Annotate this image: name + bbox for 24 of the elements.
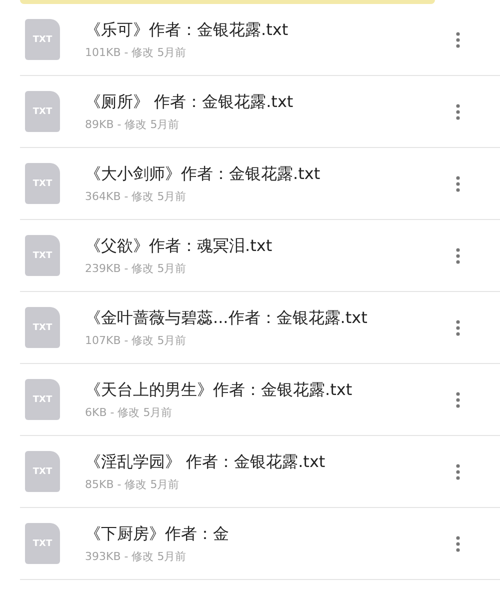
more-icon[interactable]: [456, 176, 460, 192]
file-meta: 107KB - 修改 5月前: [85, 332, 188, 348]
file-name[interactable]: 《淫乱学园》 作者：金银花露.txt: [85, 452, 456, 472]
more-icon[interactable]: [456, 392, 460, 408]
file-meta: 85KB - 修改 5月前: [85, 476, 180, 492]
file-meta: 101KB - 修改 5月前: [85, 44, 188, 60]
more-icon[interactable]: [456, 104, 460, 120]
more-icon[interactable]: [456, 248, 460, 264]
file-meta: 6KB - 修改 5月前: [85, 404, 174, 420]
file-name[interactable]: 《大小剑师》作者：金银花露.txt: [85, 164, 456, 184]
file-name[interactable]: 《金叶蔷薇与碧蕊...作者：金银花露.txt: [85, 308, 456, 328]
file-name[interactable]: 《父欲》作者：魂冥泪.txt: [85, 236, 456, 256]
file-name[interactable]: 《天台上的男生》作者：金银花露.txt: [85, 380, 456, 400]
file-meta: 364KB - 修改 5月前: [85, 188, 188, 204]
file-meta: 393KB - 修改 5月前: [85, 548, 188, 564]
file-name[interactable]: 《厕所》 作者：金银花露.txt: [85, 92, 456, 112]
more-icon[interactable]: [456, 32, 460, 48]
file-meta: 89KB - 修改 5月前: [85, 116, 180, 132]
more-icon[interactable]: [456, 320, 460, 336]
more-icon[interactable]: [456, 464, 460, 480]
file-meta: 239KB - 修改 5月前: [85, 260, 188, 276]
file-name[interactable]: 《乐可》作者：金银花露.txt: [85, 20, 456, 40]
file-name[interactable]: 《下厨房》作者：金: [85, 524, 456, 544]
more-icon[interactable]: [456, 536, 460, 552]
